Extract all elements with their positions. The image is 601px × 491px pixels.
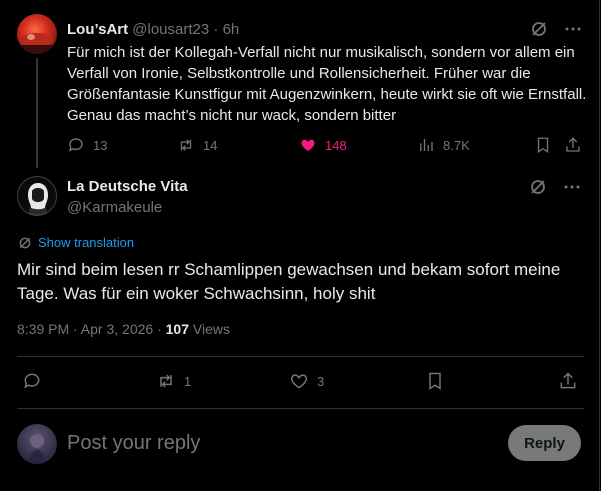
display-name[interactable]: La Deutsche Vita (67, 178, 188, 195)
views-count: 8.7K (443, 137, 470, 153)
bookmark-icon (537, 137, 549, 154)
translate-icon (19, 237, 31, 248)
share-action[interactable] (558, 371, 578, 391)
main-tweet-top-icons (529, 178, 581, 196)
repost-action[interactable]: 1 (156, 371, 191, 391)
bookmark-icon (429, 372, 441, 390)
tweet-actions: 1 3 (17, 371, 584, 395)
repost-action[interactable]: 14 (177, 135, 217, 155)
tweet-actions: 13 14 148 8.7K (67, 135, 580, 155)
reply-icon (24, 373, 40, 389)
views-label: Views (192, 321, 230, 337)
reply-action[interactable]: 13 (67, 135, 107, 155)
timestamp[interactable]: 6h (223, 21, 240, 38)
analytics-icon (420, 139, 433, 151)
repost-icon (160, 374, 172, 388)
share-action[interactable] (564, 135, 582, 155)
share-icon (566, 137, 580, 152)
dot-separator: · (213, 21, 219, 38)
tweet-timestamp[interactable]: 8:39 PM · Apr 3, 2026 · (17, 321, 162, 337)
parent-tweet-header: Lou’sArt @lousart23 · 6h (67, 20, 239, 40)
parent-tweet-top-icons (530, 20, 582, 38)
avatar[interactable] (17, 14, 57, 54)
views-count: 107 (165, 321, 189, 337)
show-translation-label: Show translation (38, 235, 135, 250)
display-name[interactable]: Lou’sArt (67, 21, 128, 38)
avatar[interactable] (17, 424, 57, 464)
thread-line (36, 58, 38, 168)
reply-action[interactable] (22, 371, 50, 391)
parent-tweet[interactable]: Lou’sArt @lousart23 · 6h Für mich ist de… (0, 0, 600, 170)
reply-icon (68, 138, 83, 152)
heart-filled-icon (301, 139, 315, 151)
bookmark-action[interactable] (534, 135, 552, 155)
views-action[interactable]: 8.7K (417, 135, 470, 155)
like-action[interactable]: 148 (299, 135, 347, 155)
repost-count: 14 (203, 137, 218, 153)
repost-count: 1 (184, 373, 192, 389)
handle[interactable]: @lousart23 (132, 21, 209, 38)
conversation-column: Lou’sArt @lousart23 · 6h Für mich ist de… (0, 0, 600, 491)
handle[interactable]: @Karmakeule (67, 199, 162, 216)
divider (17, 356, 584, 357)
more-options-icon[interactable] (564, 20, 582, 38)
divider (17, 408, 584, 409)
more-options-icon[interactable] (563, 178, 581, 196)
reply-button[interactable]: Reply (508, 425, 581, 461)
tweet-text: Mir sind beim lesen rr Schamlippen gewac… (17, 260, 561, 303)
bookmark-action[interactable] (425, 371, 445, 391)
tweet-text: Für mich ist der Kollegah-Verfall nicht … (67, 44, 587, 124)
show-translation-link[interactable]: Show translation (18, 235, 134, 250)
like-count: 3 (317, 373, 325, 389)
grok-icon[interactable] (530, 20, 548, 38)
reply-input[interactable] (67, 432, 487, 455)
like-action[interactable]: 3 (289, 371, 324, 391)
reply-count: 13 (93, 137, 108, 153)
grok-icon[interactable] (529, 178, 547, 196)
repost-icon (180, 139, 192, 151)
heart-icon (290, 374, 308, 389)
avatar[interactable] (17, 176, 57, 216)
tweet-metadata: 8:39 PM · Apr 3, 2026 · 107 Views (17, 321, 230, 337)
share-icon (560, 372, 576, 389)
like-count: 148 (325, 137, 347, 153)
